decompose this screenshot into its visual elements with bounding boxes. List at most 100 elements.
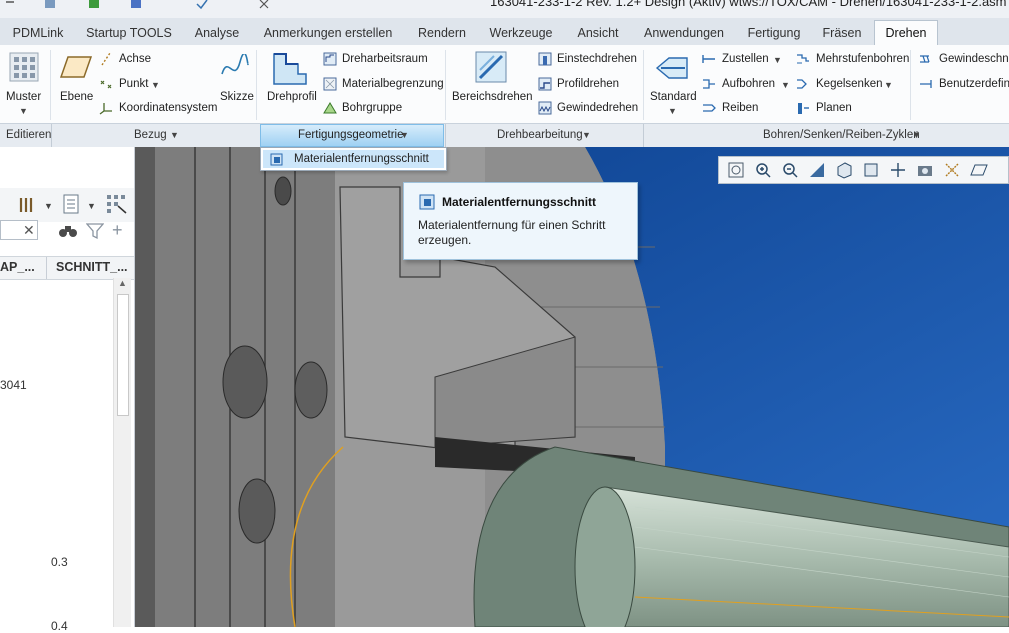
muster-dropdown-arrow[interactable]: ▼ — [19, 106, 28, 116]
model-icon[interactable] — [130, 0, 142, 10]
bohrgruppe-button[interactable]: Bohrgruppe — [342, 102, 402, 114]
standard-button[interactable]: Standard — [650, 91, 697, 103]
reiben-button[interactable]: Reiben — [722, 102, 758, 114]
repaint-icon[interactable] — [808, 161, 826, 179]
quick-access-icon[interactable] — [44, 0, 56, 10]
settings-dropdown-arrow[interactable]: ▼ — [87, 201, 96, 211]
kegelsenken-icon[interactable] — [796, 77, 810, 91]
punkt-icon[interactable] — [99, 77, 113, 91]
aufbohren-dropdown-arrow[interactable]: ▼ — [781, 80, 790, 90]
tab-analyse[interactable]: Analyse — [186, 22, 248, 45]
tree-columns-icon[interactable] — [106, 194, 128, 214]
tab-pdmlink[interactable]: PDMLink — [4, 22, 72, 45]
tree-search-input[interactable]: ✕ — [0, 220, 38, 240]
einstechdrehen-icon[interactable] — [538, 52, 552, 66]
check-icon[interactable] — [196, 0, 208, 10]
aufbohren-icon[interactable] — [702, 77, 716, 91]
group-label-bezug[interactable]: Bezug — [134, 129, 167, 141]
koordinatensystem-icon[interactable] — [99, 101, 113, 115]
benutzerdefiniert-icon[interactable] — [919, 77, 933, 91]
regenerate-icon[interactable] — [88, 0, 100, 10]
muster-button[interactable]: Muster — [6, 91, 41, 103]
settings-list-icon[interactable] — [62, 194, 80, 214]
tab-drehen[interactable]: Drehen — [874, 20, 938, 46]
mehrstufenbohren-button[interactable]: Mehrstufenbohren — [816, 53, 909, 65]
datum-display-icon[interactable] — [916, 161, 934, 179]
undo-icon[interactable] — [4, 0, 16, 10]
clear-search-icon[interactable]: ✕ — [23, 222, 35, 239]
display-style-icon[interactable] — [862, 161, 880, 179]
kegelsenken-dropdown-arrow[interactable]: ▼ — [884, 80, 893, 90]
koordinatensystem-button[interactable]: Koordinatensystem — [119, 102, 217, 114]
scrollbar-thumb[interactable] — [117, 294, 129, 416]
einstechdrehen-button[interactable]: Einstechdrehen — [557, 53, 637, 65]
bezug-group-arrow[interactable]: ▼ — [170, 130, 179, 140]
zustellen-icon[interactable] — [702, 52, 716, 66]
standard-dropdown-arrow[interactable]: ▼ — [668, 106, 677, 116]
kegelsenken-button[interactable]: Kegelsenken — [816, 78, 883, 90]
drehprofil-icon[interactable] — [272, 52, 308, 86]
benutzerdefiniert-button[interactable]: Benutzerdefini — [939, 78, 1009, 90]
dreharbeitsraum-icon[interactable] — [323, 52, 337, 66]
skizze-icon[interactable] — [220, 54, 250, 82]
profildrehen-icon[interactable] — [538, 77, 552, 91]
skizze-button[interactable]: Skizze — [220, 91, 254, 103]
close-window-icon[interactable] — [258, 0, 270, 10]
profildrehen-button[interactable]: Profildrehen — [557, 78, 619, 90]
planen-icon[interactable] — [796, 101, 810, 115]
group-label-zyklen[interactable]: Bohren/Senken/Reiben-Zyklen — [763, 129, 920, 141]
tab-rendern[interactable]: Rendern — [408, 22, 476, 45]
standard-icon[interactable] — [655, 52, 689, 84]
achse-icon[interactable] — [99, 52, 113, 66]
gewindeschneiden-button[interactable]: Gewindeschne — [939, 53, 1009, 65]
tab-anmerkungen-erstellen[interactable]: Anmerkungen erstellen — [252, 22, 404, 45]
plane-display-icon[interactable] — [970, 161, 988, 179]
scroll-up-icon[interactable]: ▲ — [118, 278, 127, 288]
spin-center-icon[interactable] — [889, 161, 907, 179]
bohrgruppe-icon[interactable] — [323, 101, 337, 115]
drehprofil-button[interactable]: Drehprofil — [267, 91, 317, 103]
materialbegrenzung-icon[interactable] — [323, 77, 337, 91]
bereichsdrehen-icon[interactable] — [474, 50, 508, 84]
zustellen-dropdown-arrow[interactable]: ▼ — [773, 55, 782, 65]
punkt-dropdown-arrow[interactable]: ▼ — [151, 80, 160, 90]
ebene-icon[interactable] — [60, 55, 92, 79]
zyklen-group-arrow[interactable]: ▼ — [912, 130, 921, 140]
drehbearbeitung-group-arrow[interactable]: ▼ — [582, 130, 591, 140]
saved-views-icon[interactable] — [835, 161, 853, 179]
tab-fraesen[interactable]: Fräsen — [814, 22, 870, 45]
zustellen-button[interactable]: Zustellen — [722, 53, 769, 65]
tab-werkzeuge[interactable]: Werkzeuge — [480, 22, 562, 45]
zoom-in-icon[interactable] — [754, 161, 772, 179]
add-column-icon[interactable]: + — [112, 220, 123, 241]
filter-icon[interactable] — [86, 222, 104, 240]
gewindedrehen-icon[interactable] — [538, 101, 552, 115]
binoculars-icon[interactable] — [58, 222, 78, 240]
tree-scrollbar[interactable]: ▲ — [113, 278, 131, 627]
muster-icon[interactable] — [9, 52, 39, 82]
bereichsdrehen-button[interactable]: Bereichsdrehen — [452, 91, 533, 103]
tab-startup-tools[interactable]: Startup TOOLS — [76, 22, 182, 45]
materialentfernungsschnitt-menu-item[interactable]: Materialentfernungsschnitt — [263, 150, 444, 168]
group-label-drehbearbeitung[interactable]: Drehbearbeitung — [497, 129, 583, 141]
tab-ansicht[interactable]: Ansicht — [566, 22, 630, 45]
achse-button[interactable]: Achse — [119, 53, 151, 65]
reiben-icon[interactable] — [702, 101, 716, 115]
ebene-button[interactable]: Ebene — [60, 91, 93, 103]
aufbohren-button[interactable]: Aufbohren — [722, 78, 775, 90]
refit-icon[interactable] — [727, 161, 745, 179]
gewindeschneiden-icon[interactable] — [919, 52, 933, 66]
planen-button[interactable]: Planen — [816, 102, 852, 114]
mehrstufenbohren-icon[interactable] — [796, 52, 810, 66]
gewindedrehen-button[interactable]: Gewindedrehen — [557, 102, 638, 114]
fertigungsgeometrie-group-button[interactable]: Fertigungsgeometrie ▼ — [260, 124, 444, 147]
csys-display-icon[interactable] — [943, 161, 961, 179]
column-ap[interactable]: AP_... — [0, 260, 35, 274]
tab-fertigung[interactable]: Fertigung — [738, 22, 810, 45]
column-schnitt[interactable]: SCHNITT_... — [56, 260, 128, 274]
punkt-button[interactable]: Punkt — [119, 78, 148, 90]
tools-dropdown-arrow[interactable]: ▼ — [44, 201, 53, 211]
zoom-out-icon[interactable] — [781, 161, 799, 179]
tools-icon[interactable] — [18, 196, 38, 214]
materialbegrenzung-button[interactable]: Materialbegrenzung — [342, 78, 444, 90]
